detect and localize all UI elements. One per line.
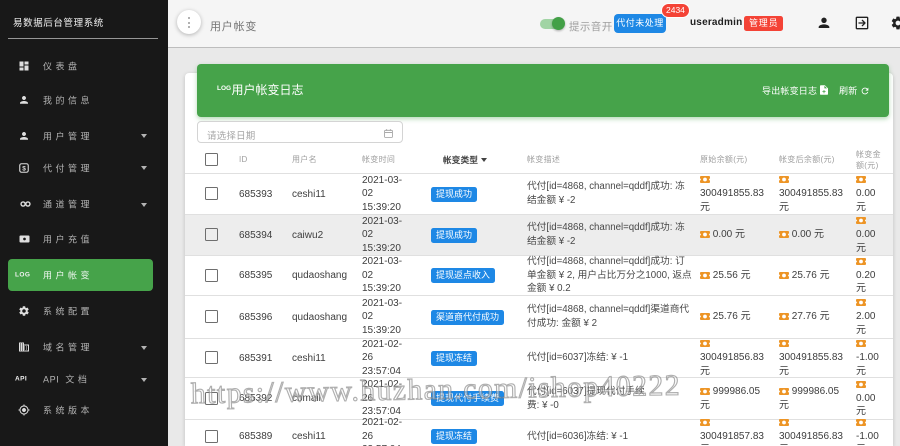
svg-text:$: $ [22, 165, 26, 172]
